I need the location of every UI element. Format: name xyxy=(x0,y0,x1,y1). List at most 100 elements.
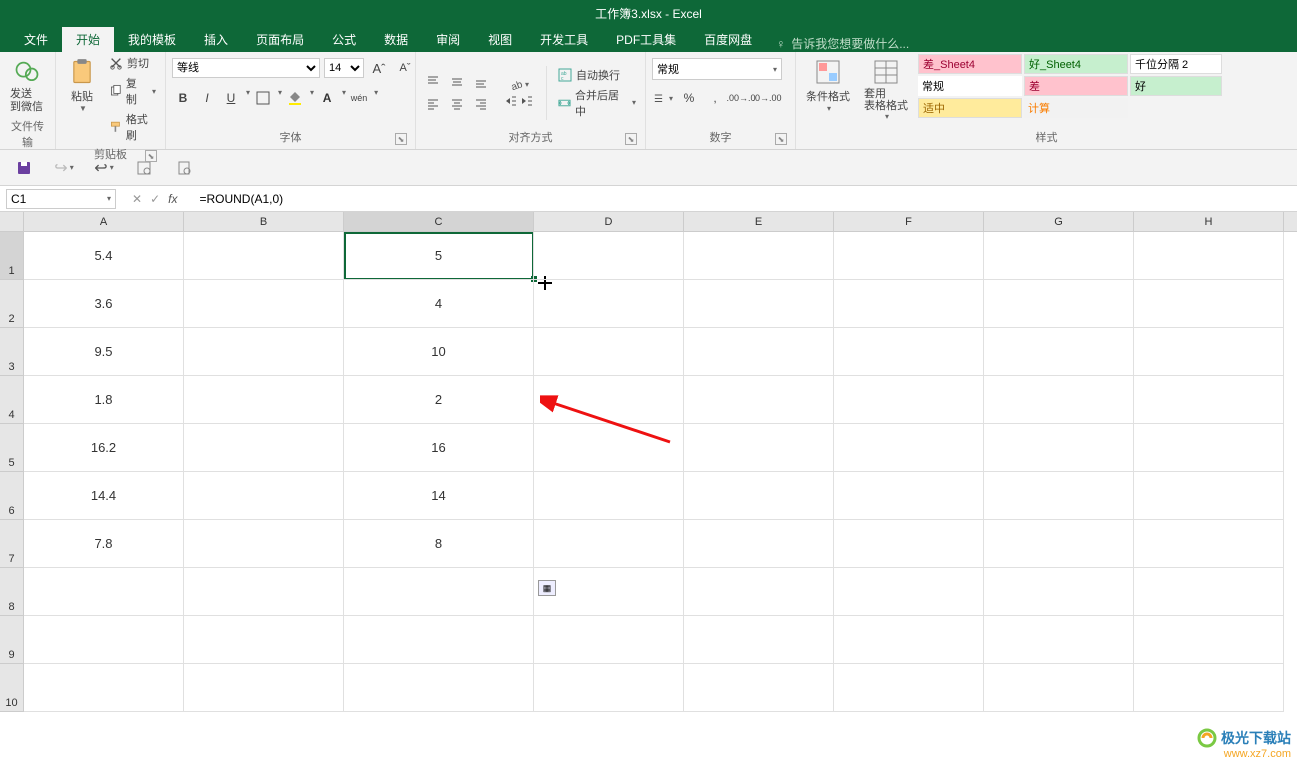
comma-button[interactable]: , xyxy=(704,88,726,108)
col-header-H[interactable]: H xyxy=(1134,212,1284,231)
cell-E3[interactable] xyxy=(684,328,834,376)
row-header-1[interactable]: 1 xyxy=(0,232,24,280)
phonetic-button[interactable]: wén xyxy=(348,88,370,108)
tab-data[interactable]: 数据 xyxy=(370,27,422,52)
col-header-D[interactable]: D xyxy=(534,212,684,231)
cell-F4[interactable] xyxy=(834,376,984,424)
row-header-8[interactable]: 8 xyxy=(0,568,24,616)
cell-E1[interactable] xyxy=(684,232,834,280)
cell-A1[interactable]: 5.4 xyxy=(24,232,184,280)
cells-area[interactable]: ▦ 5.453.649.5101.8216.21614.4147.88 xyxy=(24,232,1284,752)
fx-button[interactable]: fx xyxy=(168,192,177,206)
row-header-7[interactable]: 7 xyxy=(0,520,24,568)
format-painter-button[interactable]: 格式刷 xyxy=(106,110,159,144)
cell-A4[interactable]: 1.8 xyxy=(24,376,184,424)
cell-A10[interactable] xyxy=(24,664,184,712)
cell-E2[interactable] xyxy=(684,280,834,328)
cell-C10[interactable] xyxy=(344,664,534,712)
cell-D8[interactable] xyxy=(534,568,684,616)
spreadsheet-grid[interactable]: ABCDEFGH 12345678910 ▦ 5.453.649.5101.82… xyxy=(0,212,1297,764)
orientation-button[interactable]: ab▾ xyxy=(504,78,534,92)
cell-styles-gallery[interactable]: 差_Sheet4 好_Sheet4 千位分隔 2 常规 差 好 适中 计算 xyxy=(918,54,1222,118)
accept-formula-button[interactable]: ✓ xyxy=(150,192,160,206)
cell-D5[interactable] xyxy=(534,424,684,472)
row-header-4[interactable]: 4 xyxy=(0,376,24,424)
style-good[interactable]: 好_Sheet4 xyxy=(1024,54,1128,74)
cell-D10[interactable] xyxy=(534,664,684,712)
cell-E4[interactable] xyxy=(684,376,834,424)
cell-F6[interactable] xyxy=(834,472,984,520)
cell-G3[interactable] xyxy=(984,328,1134,376)
cell-H10[interactable] xyxy=(1134,664,1284,712)
cell-H7[interactable] xyxy=(1134,520,1284,568)
cell-A5[interactable]: 16.2 xyxy=(24,424,184,472)
cell-H1[interactable] xyxy=(1134,232,1284,280)
cell-A9[interactable] xyxy=(24,616,184,664)
tab-templates[interactable]: 我的模板 xyxy=(114,27,190,52)
align-right-button[interactable] xyxy=(470,94,492,114)
cell-D7[interactable] xyxy=(534,520,684,568)
row-header-5[interactable]: 5 xyxy=(0,424,24,472)
style-calc[interactable]: 计算 xyxy=(1024,98,1128,118)
cell-H8[interactable] xyxy=(1134,568,1284,616)
style-bad[interactable]: 差_Sheet4 xyxy=(918,54,1022,74)
cell-G1[interactable] xyxy=(984,232,1134,280)
cell-B8[interactable] xyxy=(184,568,344,616)
tell-me-search[interactable]: ♀ 告诉我您想要做什么... xyxy=(776,35,909,52)
cell-D9[interactable] xyxy=(534,616,684,664)
cell-G10[interactable] xyxy=(984,664,1134,712)
col-header-G[interactable]: G xyxy=(984,212,1134,231)
font-size-select[interactable]: 14 xyxy=(324,58,364,78)
paste-button[interactable]: 粘贴 ▼ xyxy=(62,54,102,115)
cell-B4[interactable] xyxy=(184,376,344,424)
cell-D6[interactable] xyxy=(534,472,684,520)
tab-view[interactable]: 视图 xyxy=(474,27,526,52)
tab-review[interactable]: 审阅 xyxy=(422,27,474,52)
cell-D2[interactable] xyxy=(534,280,684,328)
style-neutral[interactable]: 适中 xyxy=(918,98,1022,118)
tab-file[interactable]: 文件 xyxy=(10,27,62,52)
align-top-button[interactable] xyxy=(422,72,444,92)
cell-D1[interactable] xyxy=(534,232,684,280)
align-middle-button[interactable] xyxy=(446,72,468,92)
cell-C6[interactable]: 14 xyxy=(344,472,534,520)
cell-E7[interactable] xyxy=(684,520,834,568)
tab-developer[interactable]: 开发工具 xyxy=(526,27,602,52)
col-header-F[interactable]: F xyxy=(834,212,984,231)
cell-A7[interactable]: 7.8 xyxy=(24,520,184,568)
cell-F2[interactable] xyxy=(834,280,984,328)
cell-F5[interactable] xyxy=(834,424,984,472)
name-box[interactable]: C1 ▾ xyxy=(6,189,116,209)
col-header-E[interactable]: E xyxy=(684,212,834,231)
conditional-format-button[interactable]: 条件格式▾ xyxy=(802,54,854,115)
decrease-decimal-button[interactable]: .0→.00 xyxy=(756,88,778,108)
cell-A6[interactable]: 14.4 xyxy=(24,472,184,520)
cell-C7[interactable]: 8 xyxy=(344,520,534,568)
cell-H5[interactable] xyxy=(1134,424,1284,472)
cut-button[interactable]: 剪切 xyxy=(106,54,159,72)
underline-button[interactable]: U xyxy=(220,88,242,108)
cell-F7[interactable] xyxy=(834,520,984,568)
cancel-formula-button[interactable]: ✕ xyxy=(132,192,142,206)
tab-pdf[interactable]: PDF工具集 xyxy=(602,27,690,52)
tab-formulas[interactable]: 公式 xyxy=(318,27,370,52)
cell-F9[interactable] xyxy=(834,616,984,664)
align-bottom-button[interactable] xyxy=(470,72,492,92)
cell-C3[interactable]: 10 xyxy=(344,328,534,376)
increase-decimal-button[interactable]: .00→.0 xyxy=(730,88,752,108)
col-header-B[interactable]: B xyxy=(184,212,344,231)
cell-F8[interactable] xyxy=(834,568,984,616)
bold-button[interactable]: B xyxy=(172,88,194,108)
cell-A8[interactable] xyxy=(24,568,184,616)
formula-input[interactable]: =ROUND(A1,0) xyxy=(193,192,1297,206)
send-to-wechat-button[interactable]: 发送 到微信 xyxy=(6,54,47,116)
copy-button[interactable]: 复制▾ xyxy=(106,74,159,108)
row-header-3[interactable]: 3 xyxy=(0,328,24,376)
cell-G6[interactable] xyxy=(984,472,1134,520)
cell-B10[interactable] xyxy=(184,664,344,712)
clipboard-launcher[interactable]: ⬊ xyxy=(145,150,157,162)
increase-indent-button[interactable] xyxy=(520,94,534,108)
cell-H6[interactable] xyxy=(1134,472,1284,520)
decrease-indent-button[interactable] xyxy=(504,94,518,108)
print-preview-button[interactable] xyxy=(174,158,194,178)
